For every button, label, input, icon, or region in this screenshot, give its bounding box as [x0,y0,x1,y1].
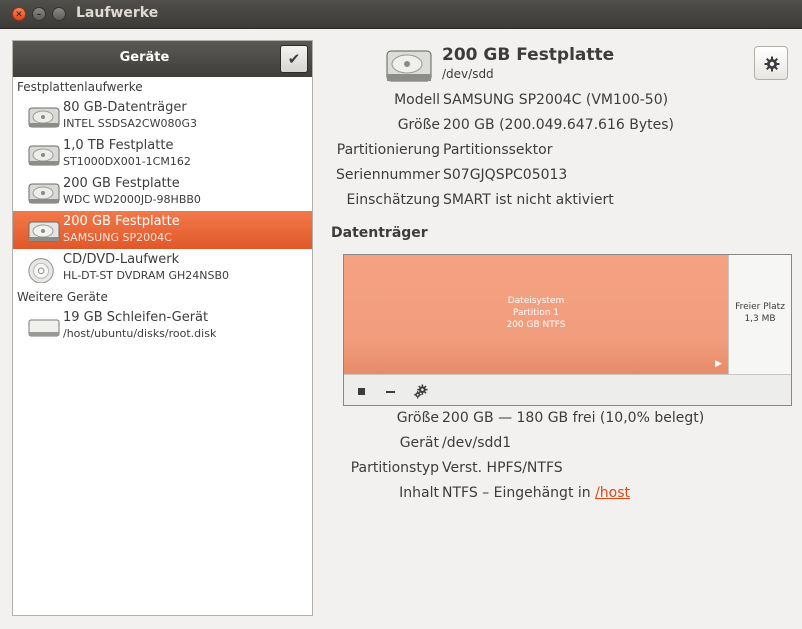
device-item[interactable]: 80 GB-Datenträger INTEL SSDSA2CW080G3 [13,97,312,135]
prop-partitioning: Partitionierung Partitionssektor [322,142,792,164]
device-name: 200 GB Festplatte [63,214,180,229]
mount-point-link[interactable]: /host [595,485,630,501]
prop-label: Partitionstyp [350,460,439,476]
close-window-button[interactable]: ✕ [12,7,26,21]
partition-label: Dateisystem Partition 1 200 GB NTFS [344,295,728,331]
vol-prop-contents: Inhalt NTFS – Eingehängt in /host [322,485,792,507]
prop-label: Partitionierung [336,142,440,158]
device-item-selected[interactable]: 200 GB Festplatte SAMSUNG SP2004C [13,211,312,249]
harddisk-icon [28,183,60,204]
minus-icon [385,390,395,393]
sidebar-title: Geräte [119,50,170,65]
device-name: 200 GB Festplatte [63,176,180,191]
vol-prop-size: Größe 200 GB — 180 GB frei (10,0% belegt… [322,410,792,432]
volume-map: Dateisystem Partition 1 200 GB NTFS ▶ Fr… [343,254,792,406]
prop-label: Gerät [399,435,439,451]
play-arrow-icon: ▶ [715,359,722,369]
free-space-label: Freier Platz 1,3 MB [729,301,791,325]
prop-value: /dev/sdd1 [442,435,512,451]
prop-value: SMART ist nicht aktiviert [443,192,614,208]
free-space-block[interactable]: Freier Platz 1,3 MB [729,255,791,374]
drive-title: 200 GB Festplatte [442,45,615,65]
device-path: /host/ubuntu/disks/root.disk [63,327,217,340]
harddisk-icon [28,221,60,242]
prop-value: Partitionssektor [443,142,553,158]
device-sidebar: Geräte ✔ Festplattenlaufwerke 80 GB-Date… [12,40,313,616]
contents-text: NTFS – Eingehängt in [442,485,591,501]
device-item[interactable]: 1,0 TB Festplatte ST1000DX001-1CM162 [13,135,312,173]
gear-icon [764,56,780,72]
unmount-button[interactable] [350,381,372,401]
prop-label: Einschätzung [346,192,440,208]
volumes-heading: Datenträger [331,225,428,241]
prop-value-with-link: NTFS – Eingehängt in /host [442,485,630,501]
prop-label: Modell [394,92,440,108]
optical-disc-icon [28,258,54,283]
drive-options-button[interactable] [754,46,788,80]
maximize-window-button[interactable] [52,7,66,21]
delete-partition-button[interactable] [379,381,401,401]
partition-options-button[interactable] [409,381,431,401]
vol-prop-partition-type: Partitionstyp Verst. HPFS/NTFS [322,460,792,482]
checkmark-icon: ✔ [287,50,301,68]
prop-size: Größe 200 GB (200.049.647.616 Bytes) [322,117,792,139]
prop-value: SAMSUNG SP2004C (VM100-50) [443,92,669,108]
device-name: CD/DVD-Laufwerk [63,252,180,267]
volume-toolbar [344,374,791,405]
prop-assessment: Einschätzung SMART ist nicht aktiviert [322,192,792,214]
device-name: 19 GB Schleifen-Gerät [63,310,209,325]
prop-model: Modell SAMSUNG SP2004C (VM100-50) [322,92,792,114]
prop-value: 200 GB (200.049.647.616 Bytes) [443,117,674,133]
drive-details-panel: 200 GB Festplatte /dev/sdd Modell SAMSUN… [322,40,792,616]
prop-label: Größe [397,117,440,133]
vol-prop-device: Gerät /dev/sdd1 [322,435,792,457]
prop-serial: Seriennummer S07GJQSPC05013 [322,167,792,189]
partition-block[interactable]: Dateisystem Partition 1 200 GB NTFS ▶ [344,255,729,374]
device-name: 80 GB-Datenträger [63,100,187,115]
stop-icon [357,388,365,395]
prop-label: Inhalt [399,485,439,501]
minimize-window-button[interactable]: – [32,7,46,21]
harddisk-icon [28,107,60,128]
device-item[interactable]: 200 GB Festplatte WDC WD2000JD-98HBB0 [13,173,312,211]
partition-type: Dateisystem [507,296,565,306]
selection-mode-button[interactable]: ✔ [280,45,308,73]
device-model: ST1000DX001-1CM162 [63,155,191,168]
device-model: INTEL SSDSA2CW080G3 [63,117,197,130]
section-hard-disks: Festplattenlaufwerke [17,80,143,94]
partition-number: Partition 1 [512,308,560,318]
prop-value: Verst. HPFS/NTFS [442,460,563,476]
section-other-devices: Weitere Geräte [17,290,108,304]
device-item[interactable]: CD/DVD-Laufwerk HL-DT-ST DVDRAM GH24NSB0 [13,249,312,287]
harddisk-icon [28,145,60,166]
prop-value: S07GJQSPC05013 [443,167,568,183]
partition-size: 200 GB NTFS [506,320,566,330]
window-title: Laufwerke [76,5,159,21]
sidebar-header: Geräte ✔ [13,41,312,77]
loop-device-icon [28,319,60,337]
device-name: 1,0 TB Festplatte [63,138,174,153]
device-model: HL-DT-ST DVDRAM GH24NSB0 [63,269,230,282]
device-model: SAMSUNG SP2004C [63,231,172,244]
prop-label: Seriennummer [335,167,440,183]
title-bar: ✕ – Laufwerke [0,0,802,29]
drive-device-path: /dev/sdd [442,67,494,81]
gears-icon [413,384,428,399]
free-space-title: Freier Platz [735,302,785,312]
prop-value: 200 GB — 180 GB frei (10,0% belegt) [442,410,705,426]
harddisk-icon [386,50,432,82]
device-model: WDC WD2000JD-98HBB0 [63,193,201,206]
prop-label: Größe [396,410,439,426]
device-item[interactable]: 19 GB Schleifen-Gerät /host/ubuntu/disks… [13,307,312,345]
free-space-size: 1,3 MB [744,314,776,324]
